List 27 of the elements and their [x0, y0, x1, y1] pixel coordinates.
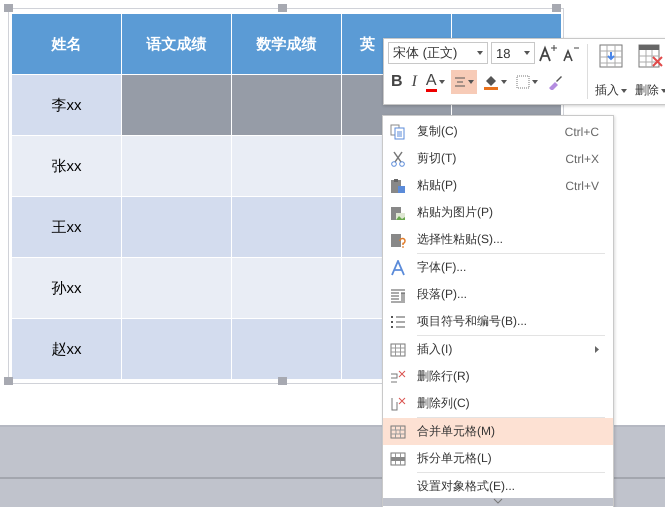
menu-item[interactable]: 段落(P)...	[383, 281, 613, 308]
size-select[interactable]: 18	[491, 42, 535, 64]
delete-button[interactable]: 删除	[634, 42, 665, 101]
menu-item[interactable]: 合并单元格(M)	[383, 418, 613, 445]
menu-item[interactable]: 项目符号和编号(B)...	[383, 308, 613, 335]
menu-item[interactable]: 粘贴为图片(P)	[383, 199, 613, 226]
column-header: 姓名	[12, 14, 121, 74]
table-cell: 赵xx	[12, 319, 121, 379]
menu-item[interactable]: 删除列(C)	[383, 390, 613, 417]
table-cell: 孙xx	[12, 258, 121, 318]
column-header: 语文成绩	[122, 14, 231, 74]
menu-item[interactable]: 剪切(T) Ctrl+X	[383, 145, 613, 172]
menu-item[interactable]: 复制(C) Ctrl+C	[383, 118, 613, 145]
table-cell: 李xx	[12, 75, 121, 135]
menu-item[interactable]: 删除行(R)	[383, 363, 613, 390]
table-cell: 王xx	[12, 197, 121, 257]
menu-item[interactable]: 插入(I)	[383, 336, 613, 363]
font-color-button[interactable]: A	[422, 70, 448, 94]
menu-item[interactable]: 设置对象格式(E)...	[383, 473, 613, 500]
menu-item[interactable]: 拆分单元格(L)	[383, 445, 613, 472]
menu-item[interactable]: 选择性粘贴(S)...	[383, 226, 613, 253]
menu-item[interactable]: 字体(F)...	[383, 254, 613, 281]
column-header: 数学成绩	[232, 14, 341, 74]
menu-item[interactable]: 粘贴(P) Ctrl+V	[383, 172, 613, 199]
insert-button[interactable]: 插入	[594, 42, 628, 101]
font-select[interactable]: 宋体 (正文)	[388, 42, 488, 64]
table-cell: 张xx	[12, 136, 121, 196]
